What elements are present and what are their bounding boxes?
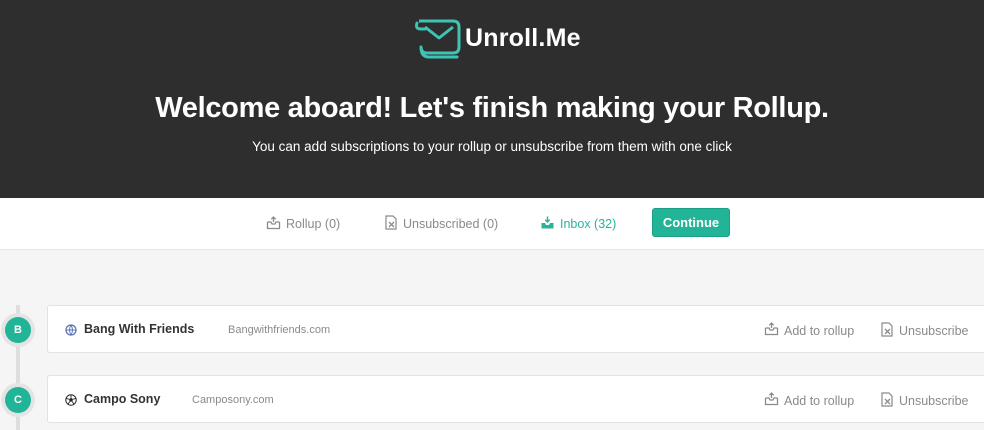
unsubscribe-icon [881, 392, 899, 410]
unsubscribe-button[interactable]: Unsubscribe [881, 322, 968, 340]
tab-rollup[interactable]: Rollup (0) [266, 215, 340, 233]
scroll-envelope-icon [413, 17, 461, 59]
soccer-ball-icon [65, 393, 77, 406]
page-subtitle: You can add subscriptions to your rollup… [252, 139, 732, 154]
unsubscribe-icon [385, 215, 403, 233]
tab-unsubscribed[interactable]: Unsubscribed (0) [385, 215, 498, 233]
rollup-inbox-icon [764, 322, 784, 339]
tab-rollup-label: Rollup (0) [286, 217, 341, 231]
inbox-download-icon [540, 216, 560, 233]
rollup-inbox-icon [764, 392, 784, 409]
unsubscribe-button[interactable]: Unsubscribe [881, 392, 968, 410]
globe-icon [65, 323, 77, 336]
brand-logo[interactable]: Unroll.Me [413, 16, 581, 60]
subscription-row: Bang With Friends Bangwithfriends.com Ad… [47, 305, 984, 353]
unsubscribe-label: Unsubscribe [899, 324, 969, 338]
unsubscribe-icon [881, 322, 899, 340]
rollup-inbox-icon [266, 215, 286, 233]
letter-badge-b: B [5, 317, 31, 343]
unsubscribe-label: Unsubscribe [899, 394, 969, 408]
subscription-name: Bang With Friends [84, 322, 195, 336]
add-to-rollup-button[interactable]: Add to rollup [764, 392, 854, 409]
add-to-rollup-label: Add to rollup [784, 323, 855, 338]
add-to-rollup-label: Add to rollup [784, 393, 855, 408]
subscription-domain: Camposony.com [192, 394, 274, 406]
subscription-domain: Bangwithfriends.com [228, 324, 331, 336]
add-to-rollup-button[interactable]: Add to rollup [764, 322, 854, 339]
page-title: Welcome aboard! Let's finish making your… [155, 92, 829, 124]
subscription-row: Campo Sony Camposony.com Add to rollup U… [47, 375, 984, 423]
tab-inbox[interactable]: Inbox (32) [540, 215, 616, 233]
tab-inbox-label: Inbox (32) [560, 217, 617, 231]
welcome-header: Unroll.Me Welcome aboard! Let's finish m… [0, 0, 984, 198]
brand-name: Unroll.Me [465, 23, 581, 52]
tab-unsubscribed-label: Unsubscribed (0) [403, 217, 499, 231]
filter-tabs: Rollup (0) Unsubscribed (0) Inbox (32) C… [0, 198, 984, 250]
subscription-name: Campo Sony [84, 392, 161, 406]
letter-badge-c: C [5, 387, 31, 413]
continue-button[interactable]: Continue [652, 208, 730, 237]
